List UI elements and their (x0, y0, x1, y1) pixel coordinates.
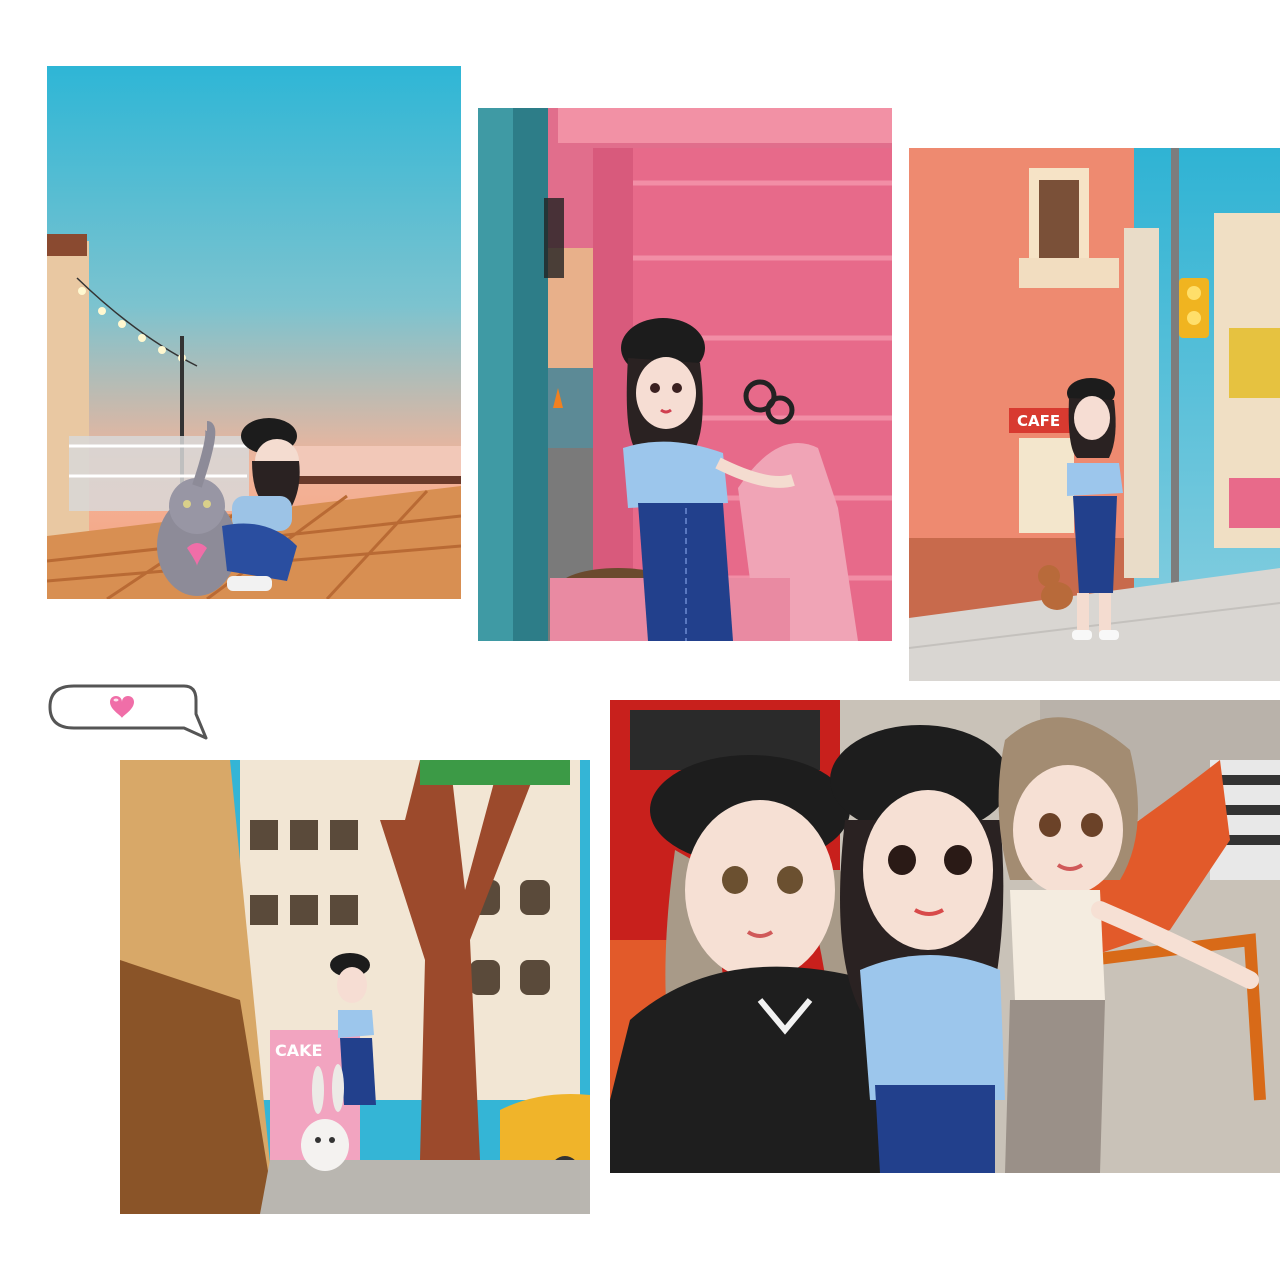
photo-city-corner: CAFE (909, 148, 1280, 681)
photo-alley-street: CAKE (120, 760, 590, 1214)
photo-pink-wall-scooter (478, 108, 892, 641)
cake-sign: CAKE (275, 1041, 322, 1060)
cafe-sign: CAFE (1017, 412, 1060, 430)
photo-three-friends-selfie (610, 700, 1280, 1173)
photo-rooftop (47, 66, 461, 599)
speech-bubble (46, 682, 212, 744)
